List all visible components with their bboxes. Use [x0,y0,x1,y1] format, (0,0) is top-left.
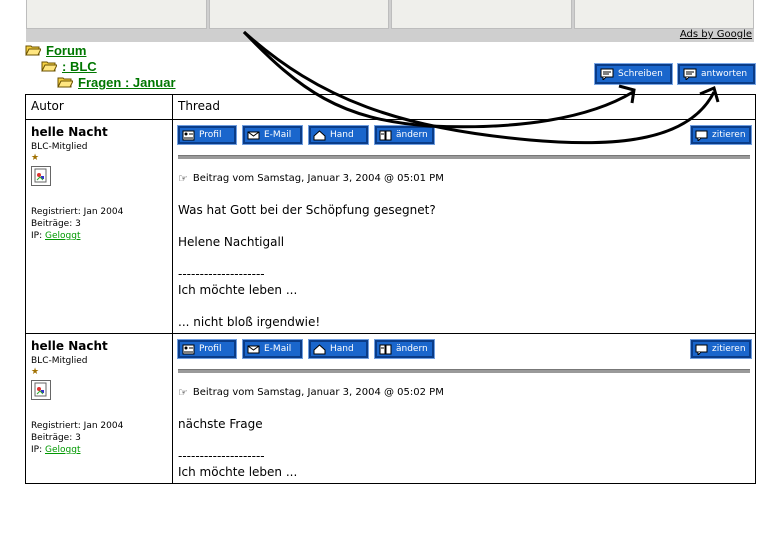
arrow-to-schreiben [242,30,634,129]
annotation-arrows [242,30,720,145]
